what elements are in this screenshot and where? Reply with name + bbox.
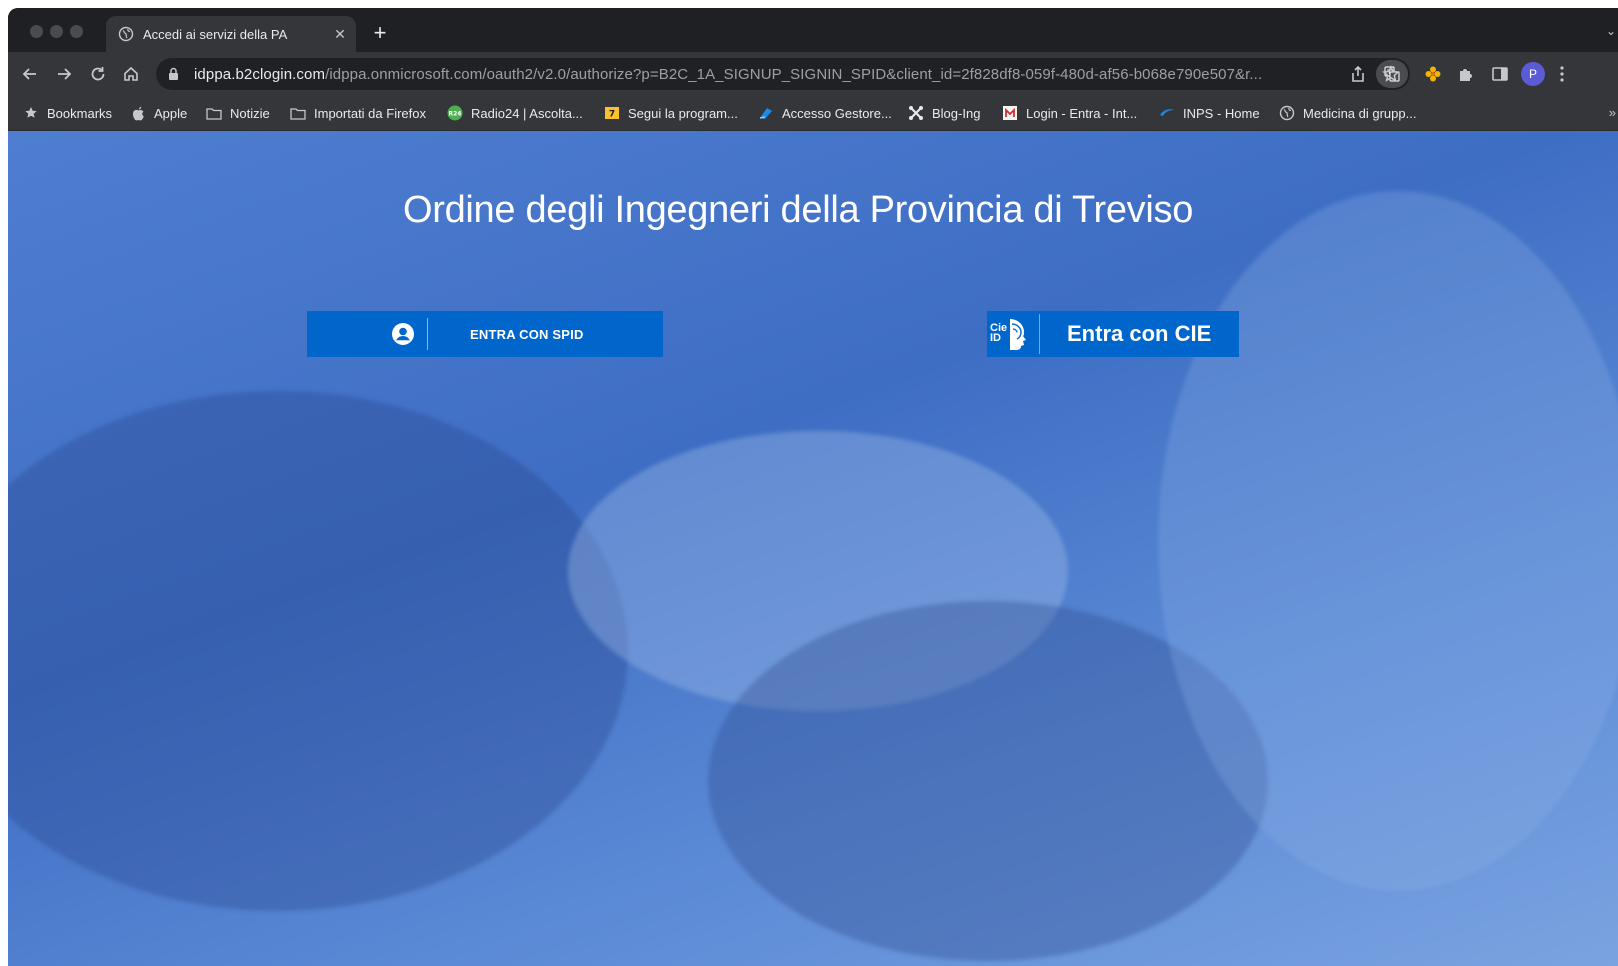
side-panel-icon bbox=[1492, 67, 1508, 81]
lock-icon[interactable] bbox=[168, 67, 182, 81]
bookmark-item-segui-la-programmazione[interactable]: 7 Segui la program... bbox=[604, 105, 738, 121]
extensions-button[interactable] bbox=[1454, 62, 1478, 86]
bookmark-label: Bookmarks bbox=[47, 105, 113, 121]
login-page: Ordine degli Ingegneri della Provincia d… bbox=[8, 131, 1618, 966]
bookmark-item-radio24[interactable]: R24 Radio24 | Ascolta... bbox=[447, 105, 583, 121]
globe-icon bbox=[118, 26, 134, 42]
bookmark-star-button[interactable] bbox=[1379, 62, 1403, 86]
more-vert-icon bbox=[1560, 66, 1564, 82]
user-circle-icon bbox=[307, 311, 415, 357]
share-button[interactable] bbox=[1346, 62, 1370, 86]
forward-button[interactable] bbox=[52, 62, 76, 86]
url-host: idppa.b2clogin.com bbox=[194, 65, 326, 83]
tab-search-chevron-icon[interactable]: ⌄ bbox=[1606, 24, 1616, 38]
bookmark-item-inps-home[interactable]: INPS - Home bbox=[1159, 105, 1260, 121]
url-text: idppa.b2clogin.com/idppa.onmicrosoft.com… bbox=[194, 66, 1376, 83]
bookmark-label: Radio24 | Ascolta... bbox=[471, 105, 583, 121]
side-panel-button[interactable] bbox=[1488, 62, 1512, 86]
spid-login-button[interactable]: ENTRA CON SPID bbox=[307, 311, 663, 357]
cie-login-button[interactable]: Cie ID Entra con CIE bbox=[987, 311, 1239, 357]
bookmark-label: Notizie bbox=[230, 105, 270, 121]
puzzle-icon bbox=[1460, 69, 1472, 81]
cie-button-label: Entra con CIE bbox=[1067, 321, 1212, 346]
bookmark-item-bookmarks[interactable]: Bookmarks bbox=[23, 105, 112, 121]
bookmark-label: Apple bbox=[154, 105, 188, 121]
bookmark-item-blog-ing[interactable]: Blog-Ing bbox=[908, 105, 980, 121]
background-photo-screen bbox=[1158, 191, 1618, 891]
bookmark-item-accesso-gestore[interactable]: Accesso Gestore... bbox=[758, 105, 892, 121]
bookmarks-bar: Bookmarks Apple Notizie Importati da Fir… bbox=[8, 96, 1618, 131]
browser-toolbar: idppa.b2clogin.com/idppa.onmicrosoft.com… bbox=[8, 52, 1618, 96]
bookmark-item-medicina-di-gruppo[interactable]: Medicina di grupp... bbox=[1279, 105, 1416, 121]
home-icon bbox=[124, 66, 138, 81]
profile-avatar[interactable]: P bbox=[1521, 62, 1545, 86]
bookmark-item-login-entra[interactable]: Login - Entra - Int... bbox=[1002, 105, 1137, 121]
home-button[interactable] bbox=[119, 62, 143, 86]
forward-arrow-icon bbox=[58, 68, 72, 80]
program-icon: 7 bbox=[604, 105, 620, 121]
bookmark-label: Accesso Gestore... bbox=[782, 105, 892, 121]
bookmark-label: Segui la program... bbox=[628, 105, 738, 121]
browser-window: Accedi ai servizi della PA ✕ + ⌄ idppa.b… bbox=[8, 8, 1618, 966]
login-icon bbox=[1002, 105, 1018, 121]
address-bar[interactable]: idppa.b2clogin.com/idppa.onmicrosoft.com… bbox=[156, 58, 1410, 90]
tab-close-icon[interactable]: ✕ bbox=[328, 26, 352, 43]
bookmark-label: Medicina di grupp... bbox=[1303, 105, 1417, 121]
bookmark-item-importati-da-firefox[interactable]: Importati da Firefox bbox=[290, 105, 426, 121]
folder-icon bbox=[290, 105, 306, 121]
flower-extension-icon bbox=[1425, 66, 1441, 82]
url-path: /idppa.onmicrosoft.com/oauth2/v2.0/autho… bbox=[325, 65, 1263, 83]
apple-icon bbox=[130, 105, 146, 121]
spid-button-label: ENTRA CON SPID bbox=[470, 326, 584, 342]
cie-separator bbox=[1039, 314, 1040, 354]
gestore-icon bbox=[758, 105, 774, 121]
svg-text:R24: R24 bbox=[449, 111, 462, 118]
bookmark-item-notizie[interactable]: Notizie bbox=[206, 105, 270, 121]
new-tab-button[interactable]: + bbox=[368, 22, 392, 46]
joomla-icon bbox=[908, 105, 924, 121]
star-icon bbox=[23, 105, 39, 121]
tab-title: Accedi ai servizi della PA bbox=[143, 26, 288, 42]
share-icon bbox=[1352, 65, 1364, 82]
bookmark-label: Login - Entra - Int... bbox=[1026, 105, 1138, 121]
bookmark-label: Blog-Ing bbox=[932, 105, 981, 121]
extension-flower-button[interactable] bbox=[1421, 62, 1445, 86]
tab-active[interactable]: Accedi ai servizi della PA ✕ bbox=[106, 16, 356, 52]
tab-strip: Accedi ai servizi della PA ✕ + ⌄ bbox=[8, 8, 1618, 52]
inps-icon bbox=[1159, 105, 1175, 121]
star-outline-icon bbox=[1382, 65, 1400, 82]
back-button[interactable] bbox=[18, 62, 42, 86]
cie-logo-text: Cie ID bbox=[990, 321, 1008, 344]
svg-text:7: 7 bbox=[609, 110, 615, 120]
radio24-icon: R24 bbox=[447, 105, 463, 121]
reload-button[interactable] bbox=[86, 62, 110, 86]
more-bookmarks-chevron-icon[interactable]: » bbox=[1609, 105, 1616, 120]
reload-icon bbox=[91, 67, 105, 81]
bookmark-label: INPS - Home bbox=[1183, 105, 1260, 121]
close-window-button[interactable] bbox=[30, 25, 43, 38]
spid-separator bbox=[427, 318, 428, 350]
bookmark-label: Importati da Firefox bbox=[314, 105, 426, 121]
globe-icon bbox=[1279, 105, 1295, 121]
back-arrow-icon bbox=[22, 68, 36, 80]
cie-id-logo: Cie ID bbox=[989, 314, 1033, 354]
zoom-window-button[interactable] bbox=[70, 25, 83, 38]
background-photo-shade bbox=[8, 391, 628, 911]
page-title: Ordine degli Ingegneri della Provincia d… bbox=[402, 189, 1194, 231]
bookmark-item-apple[interactable]: Apple bbox=[130, 105, 187, 121]
minimize-window-button[interactable] bbox=[50, 25, 63, 38]
folder-icon bbox=[206, 105, 222, 121]
menu-button[interactable] bbox=[1555, 62, 1569, 86]
